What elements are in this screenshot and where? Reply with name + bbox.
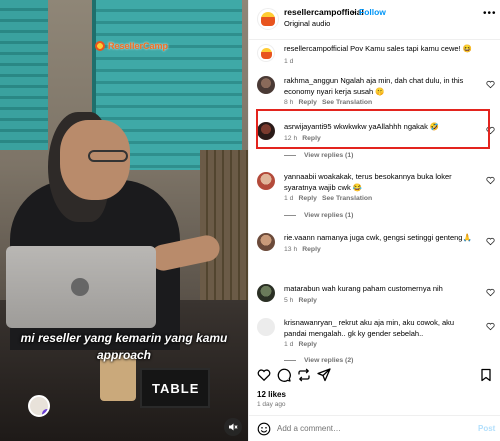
caption-avatar[interactable] — [257, 44, 275, 62]
reply-button[interactable]: Reply — [302, 246, 321, 253]
heart-icon[interactable] — [486, 80, 495, 89]
view-replies-label: View replies (1) — [304, 152, 354, 159]
comment-username[interactable]: matarabun — [284, 284, 320, 293]
reel-video[interactable]: TABLE ResellerCamp mi reseller yang kema… — [0, 0, 248, 441]
comment-time: 13 h — [284, 246, 298, 253]
comment-body: wah kurang paham customernya nih — [321, 284, 443, 293]
comment-body: namanya juga cwk, gengsi setinggi genten… — [316, 233, 472, 242]
comment-meta: 1 d Reply — [284, 341, 317, 348]
brand-overlay: ResellerCamp — [95, 40, 168, 52]
highlighted-comment-box — [256, 109, 490, 149]
bookmark-icon[interactable] — [479, 368, 493, 382]
like-heart-icon[interactable] — [257, 368, 271, 382]
reply-button[interactable]: Reply — [298, 341, 317, 348]
post-time-ago: 1 day ago — [257, 401, 286, 408]
repost-icon[interactable] — [297, 368, 311, 382]
comment-text: krisnawanryan_ rekrut aku aja min, aku c… — [284, 318, 478, 339]
reply-button[interactable]: Reply — [298, 297, 317, 304]
video-creator-avatar[interactable] — [28, 395, 50, 417]
comment-meta: 8 h Reply See Translation — [284, 99, 372, 106]
comment-item: matarabun wah kurang paham customernya n… — [249, 282, 500, 312]
post-caption: resellercampofficial Pov Kamu sales tapi… — [249, 42, 500, 68]
comment-username[interactable]: yannaabii — [284, 172, 316, 181]
post-button[interactable]: Post — [478, 424, 495, 433]
comment-time: 8 h — [284, 99, 294, 106]
comment-username[interactable]: krisnawanryan_ — [284, 318, 337, 327]
view-replies-button[interactable]: View replies (1) — [284, 152, 353, 159]
header-separator: • — [352, 7, 355, 17]
video-table-sign: TABLE — [140, 368, 210, 408]
speaker-muted-icon — [229, 423, 238, 431]
add-comment-bar: Add a comment… Post — [249, 415, 500, 441]
heart-icon[interactable] — [486, 322, 495, 331]
see-translation-button[interactable]: See Translation — [322, 99, 372, 106]
table-sign-text: TABLE — [152, 381, 200, 396]
comment-time: 5 h — [284, 297, 294, 304]
post-header: resellercampofficial • Follow Original a… — [249, 0, 500, 40]
likes-count[interactable]: 12 likes — [257, 390, 286, 399]
comment-bubble-icon[interactable] — [277, 368, 291, 382]
video-person-glasses — [88, 150, 128, 162]
view-replies-button[interactable]: View replies (2) — [284, 357, 353, 364]
caption-username[interactable]: resellercampofficial — [284, 44, 348, 53]
comment-username[interactable]: rie.vaann — [284, 233, 315, 242]
caption-body: Pov Kamu sales tapi kamu cewe! 😆 — [350, 44, 473, 53]
reply-button[interactable]: Reply — [298, 99, 317, 106]
comment-text: yannaabii woakakak, terus besokannya buk… — [284, 172, 478, 193]
share-send-icon[interactable] — [317, 368, 331, 382]
video-caption-line2: approach — [96, 348, 151, 362]
caption-time: 1 d — [284, 58, 294, 65]
view-replies-label: View replies (2) — [304, 357, 354, 364]
comment-meta: 5 h Reply — [284, 297, 317, 304]
comment-avatar[interactable] — [257, 284, 275, 302]
comment-item: rakhma_anggun Ngalah aja min, dah chat d… — [249, 74, 500, 112]
heart-icon[interactable] — [486, 288, 495, 297]
comment-item: krisnawanryan_ rekrut aku aja min, aku c… — [249, 316, 500, 366]
follow-button[interactable]: Follow — [359, 7, 386, 17]
post-actions — [249, 366, 500, 386]
mute-button[interactable] — [224, 418, 242, 436]
video-caption: mi reseller yang kemarin yang kamu appro… — [14, 330, 234, 364]
comment-text: rakhma_anggun Ngalah aja min, dah chat d… — [284, 76, 478, 97]
comment-meta: 1 d Reply See Translation — [284, 195, 372, 202]
brand-overlay-text: ResellerCamp — [108, 41, 169, 51]
video-caption-line1: mi reseller yang kemarin yang kamu — [20, 331, 228, 345]
comments-list: resellercampofficial Pov Kamu sales tapi… — [249, 40, 500, 366]
comment-avatar[interactable] — [257, 233, 275, 251]
reply-button[interactable]: Reply — [298, 195, 317, 202]
comment-avatar[interactable] — [257, 172, 275, 190]
video-shutter-left — [0, 0, 48, 150]
comment-text: rie.vaann namanya juga cwk, gengsi setin… — [284, 233, 478, 244]
comment-username[interactable]: rakhma_anggun — [284, 76, 338, 85]
more-options-icon[interactable]: ••• — [483, 8, 497, 19]
caption-text: resellercampofficial Pov Kamu sales tapi… — [284, 44, 478, 55]
brand-logo-icon — [95, 41, 105, 51]
comment-avatar[interactable] — [257, 318, 275, 336]
emoji-icon[interactable] — [257, 422, 271, 436]
instagram-post-viewer: TABLE ResellerCamp mi reseller yang kema… — [0, 0, 500, 441]
heart-icon[interactable] — [486, 237, 495, 246]
heart-icon[interactable] — [486, 176, 495, 185]
comment-text: matarabun wah kurang paham customernya n… — [284, 284, 478, 295]
comment-time: 1 d — [284, 341, 294, 348]
comment-item: rie.vaann namanya juga cwk, gengsi setin… — [249, 231, 500, 261]
comment-item: yannaabii woakakak, terus besokannya buk… — [249, 170, 500, 228]
comment-avatar[interactable] — [257, 76, 275, 94]
audio-link[interactable]: Original audio — [284, 19, 330, 28]
add-comment-input[interactable]: Add a comment… — [277, 424, 341, 433]
caption-meta: 1 d — [284, 58, 293, 65]
comments-panel: resellercampofficial • Follow Original a… — [248, 0, 500, 441]
header-avatar[interactable] — [257, 8, 279, 30]
see-translation-button[interactable]: See Translation — [322, 195, 372, 202]
comment-meta: 13 h Reply — [284, 246, 321, 253]
video-laptop — [6, 246, 156, 328]
view-replies-button[interactable]: View replies (1) — [284, 212, 353, 219]
view-replies-label: View replies (1) — [304, 212, 354, 219]
comment-time: 1 d — [284, 195, 294, 202]
